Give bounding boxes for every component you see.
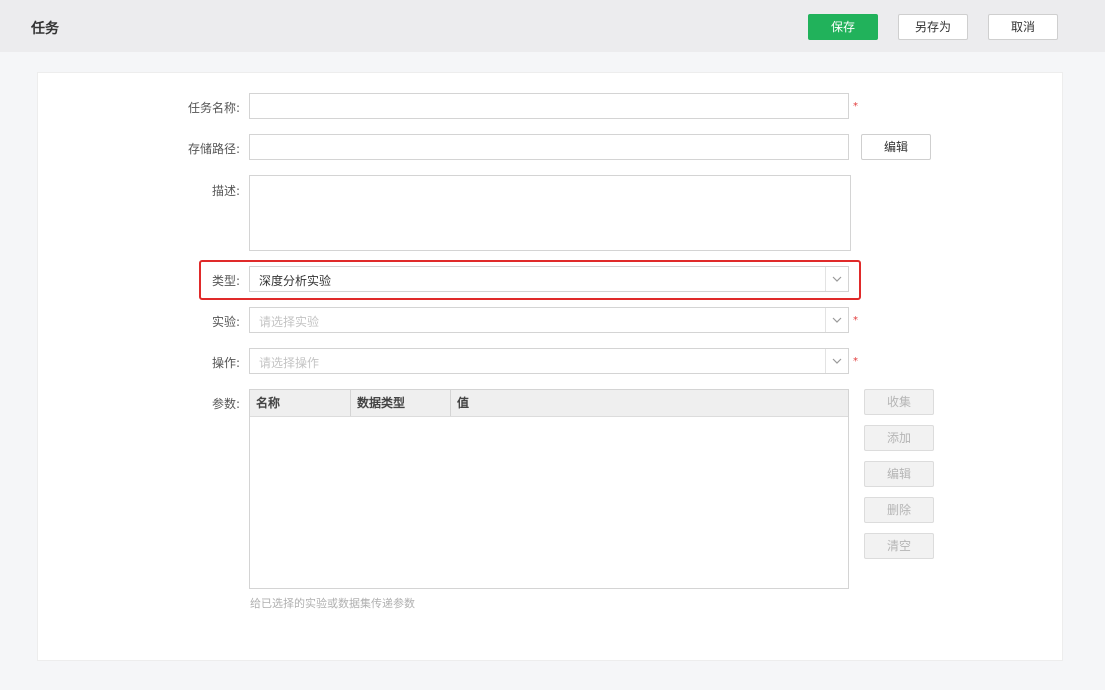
collect-button[interactable]: 收集 (864, 389, 934, 415)
task-name-required-mark: * (853, 101, 858, 112)
experiment-select[interactable]: 请选择实验 (249, 307, 849, 333)
type-select-value: 深度分析实验 (259, 274, 332, 288)
chevron-down-icon[interactable] (825, 267, 848, 291)
column-header-value[interactable]: 值 (450, 390, 848, 416)
storage-path-input[interactable] (249, 134, 849, 160)
task-name-label: 任务名称: (187, 101, 240, 115)
type-select[interactable]: 深度分析实验 (249, 266, 849, 292)
save-button[interactable]: 保存 (808, 14, 878, 40)
params-table-header: 名称 数据类型 值 (250, 390, 848, 417)
chevron-down-icon[interactable] (825, 308, 848, 332)
top-bar: 任务 保存 另存为 取消 (0, 0, 1105, 52)
operation-select-placeholder: 请选择操作 (259, 356, 320, 370)
edit-path-button[interactable]: 编辑 (861, 134, 931, 160)
operation-label: 操作: (211, 356, 240, 370)
description-textarea[interactable] (249, 175, 851, 251)
operation-required-mark: * (853, 356, 858, 367)
column-header-data-type[interactable]: 数据类型 (350, 390, 450, 416)
experiment-required-mark: * (853, 315, 858, 326)
description-label: 描述: (211, 184, 240, 198)
save-as-button[interactable]: 另存为 (898, 14, 968, 40)
experiment-select-placeholder: 请选择实验 (259, 315, 320, 329)
column-header-name[interactable]: 名称 (250, 390, 350, 416)
page-title: 任务 (31, 21, 59, 37)
params-label: 参数: (211, 397, 240, 411)
params-table[interactable]: 名称 数据类型 值 (249, 389, 849, 589)
chevron-down-icon[interactable] (825, 349, 848, 373)
cancel-button[interactable]: 取消 (988, 14, 1058, 40)
params-hint: 给已选择的实验或数据集传递参数 (250, 597, 415, 610)
storage-path-label: 存储路径: (187, 142, 240, 156)
experiment-label: 实验: (211, 315, 240, 329)
operation-select[interactable]: 请选择操作 (249, 348, 849, 374)
type-label: 类型: (211, 274, 240, 288)
delete-param-button[interactable]: 删除 (864, 497, 934, 523)
add-param-button[interactable]: 添加 (864, 425, 934, 451)
task-name-input[interactable] (249, 93, 849, 119)
edit-param-button[interactable]: 编辑 (864, 461, 934, 487)
clear-params-button[interactable]: 清空 (864, 533, 934, 559)
